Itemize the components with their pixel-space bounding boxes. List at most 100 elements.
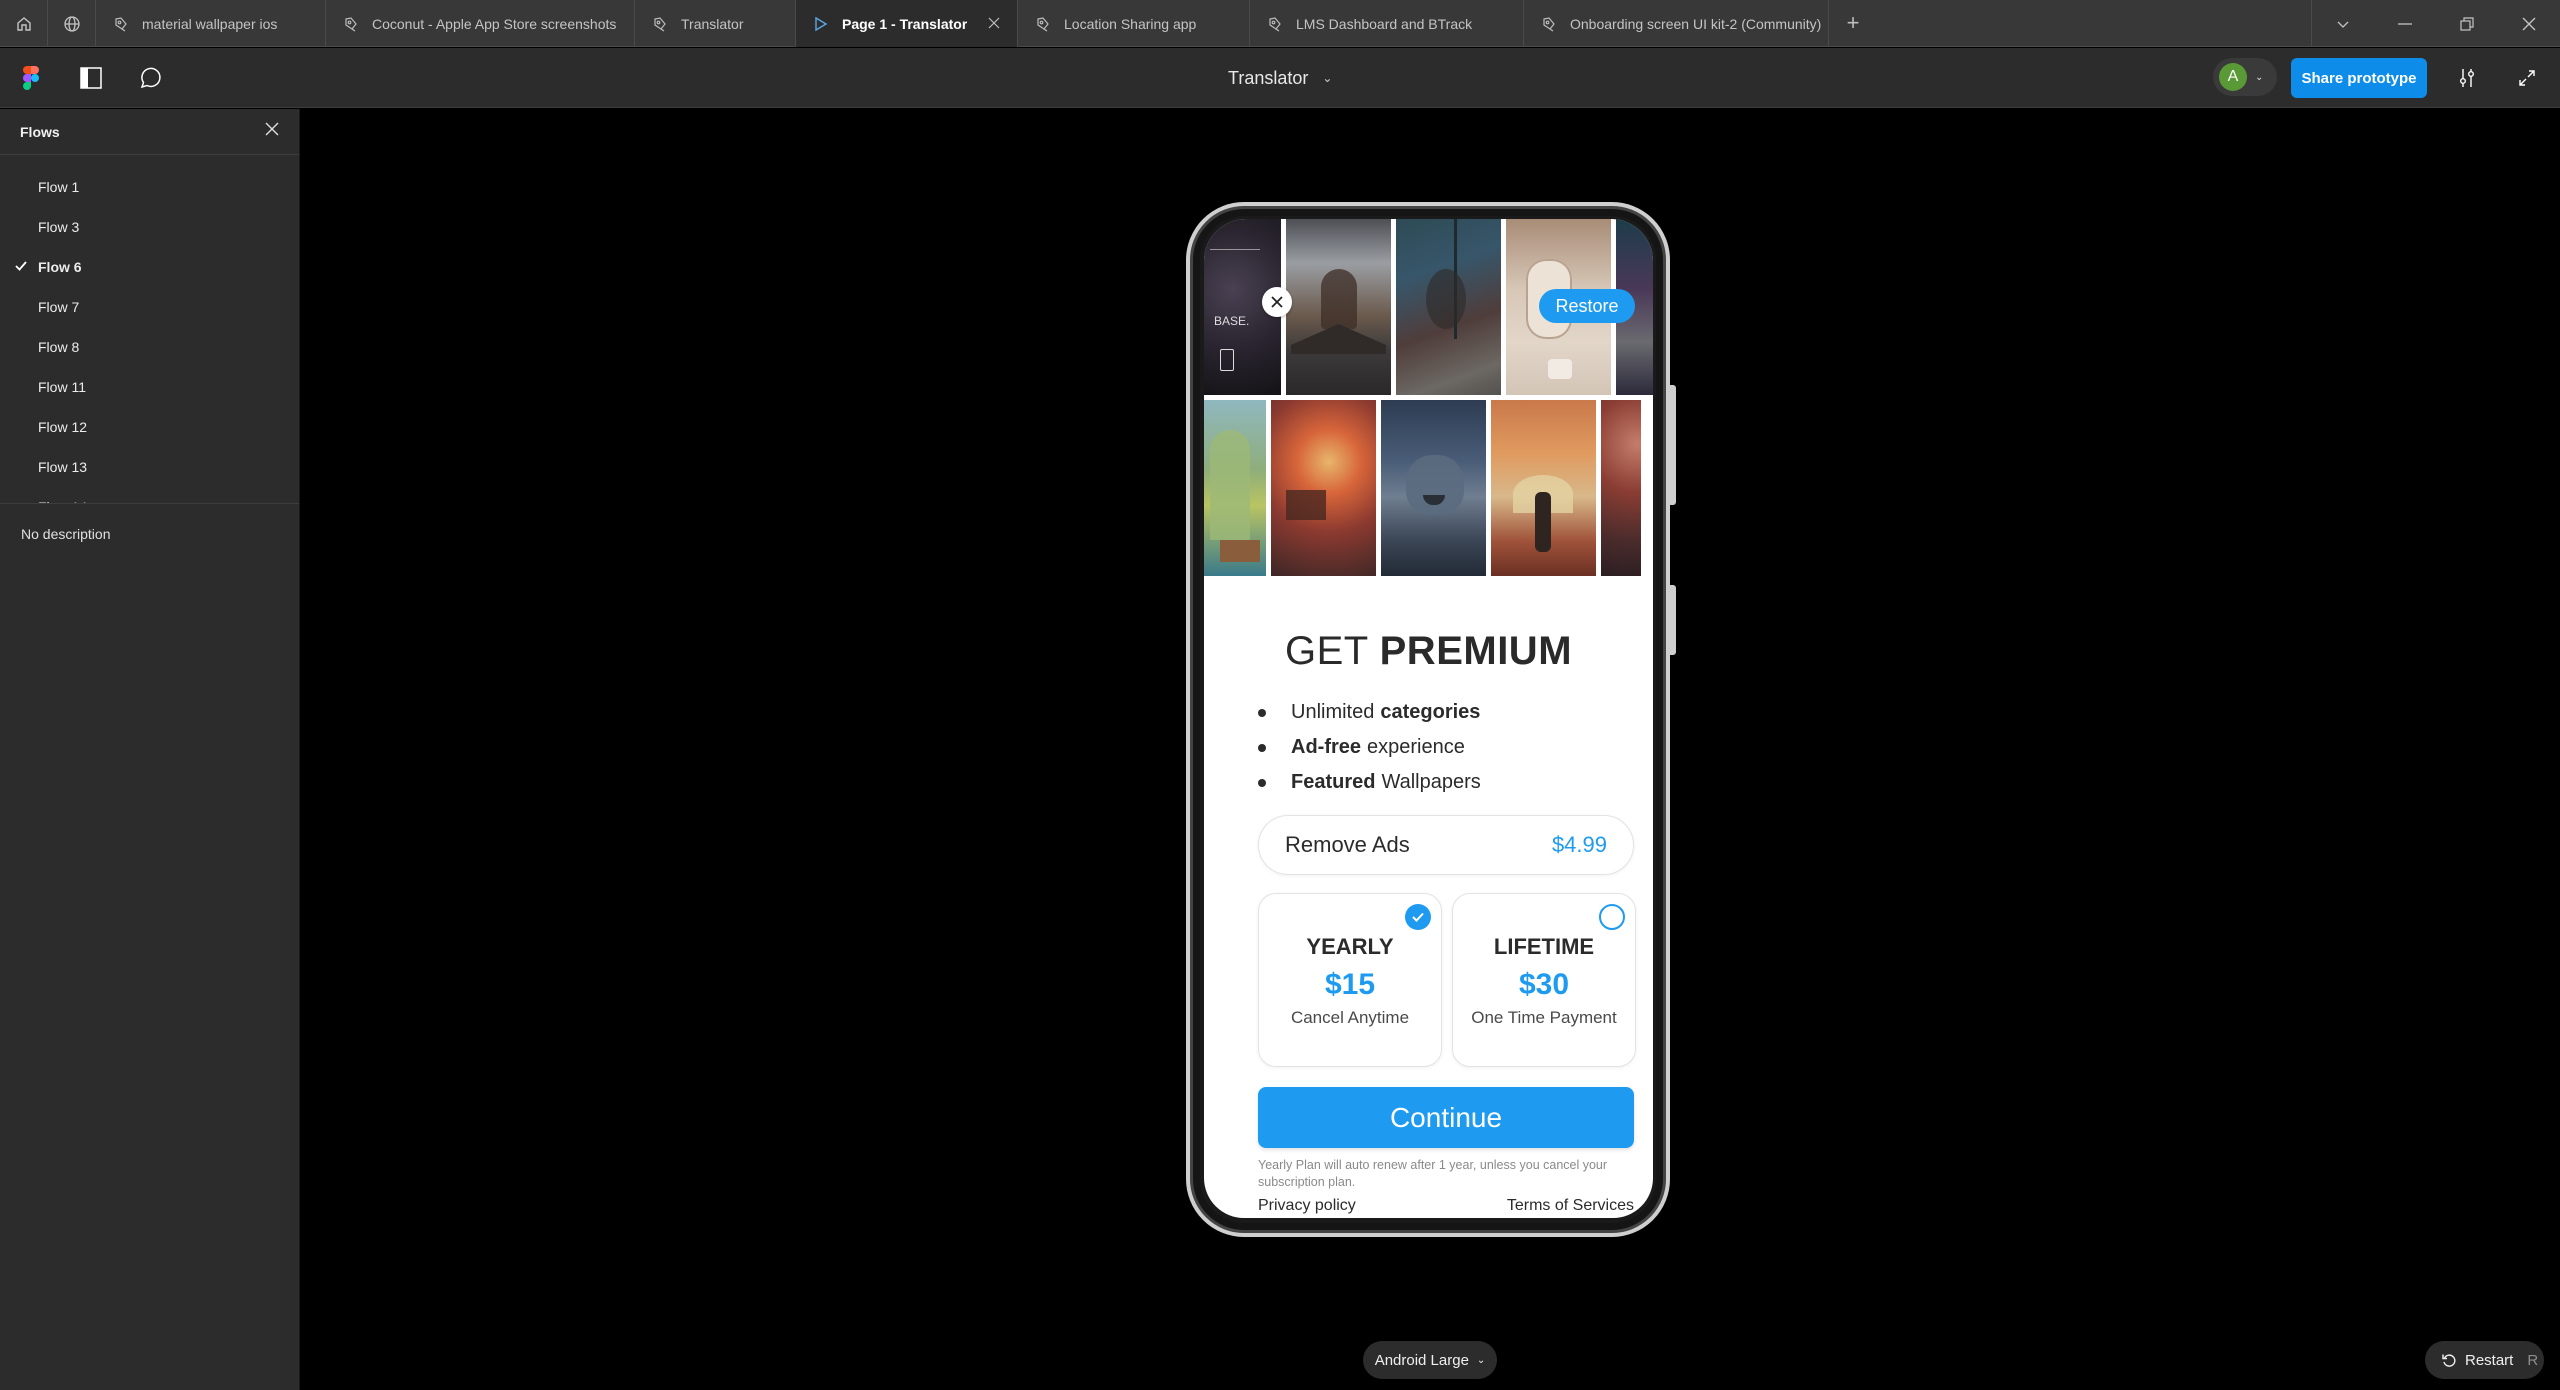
- checkmark-icon: [1412, 912, 1424, 922]
- plan-card-yearly[interactable]: YEARLY $15 Cancel Anytime: [1258, 893, 1442, 1067]
- continue-button[interactable]: Continue: [1258, 1087, 1634, 1148]
- figma-pen-icon: [1034, 15, 1052, 33]
- expand-icon: [2519, 70, 2535, 86]
- close-icon: [1271, 296, 1283, 308]
- restore-window-button[interactable]: [2436, 0, 2498, 47]
- play-icon: [812, 15, 830, 33]
- restore-window-icon: [2460, 16, 2474, 31]
- flow-item-6[interactable]: Flow 6: [0, 247, 299, 287]
- renewal-disclaimer: Yearly Plan will auto renew after 1 year…: [1258, 1158, 1608, 1189]
- wallpaper-tiger-storm[interactable]: [1381, 400, 1486, 576]
- checkmark-icon: [15, 261, 27, 271]
- remove-ads-option[interactable]: Remove Ads $4.99: [1258, 815, 1634, 875]
- flow-item-14[interactable]: Flow 14: [0, 487, 299, 503]
- feature-text: Wallpapers: [1381, 771, 1481, 793]
- browser-tab-bar: material wallpaper ios Coconut - Apple A…: [0, 0, 2560, 47]
- toggle-sidebar-button[interactable]: [73, 60, 109, 96]
- restart-button[interactable]: Restart R: [2425, 1341, 2544, 1379]
- flow-item-12[interactable]: Flow 12: [0, 407, 299, 447]
- chevron-down-icon: ⌄: [2255, 71, 2264, 83]
- flow-label: Flow 14: [38, 499, 87, 503]
- bullet-icon: [1258, 743, 1266, 752]
- tab-list-button[interactable]: [2312, 0, 2374, 47]
- tab-material-wallpaper-ios[interactable]: material wallpaper ios: [96, 0, 326, 47]
- plan-name: YEARLY: [1306, 934, 1394, 959]
- plan-card-lifetime[interactable]: LIFETIME $30 One Time Payment: [1452, 893, 1636, 1067]
- tab-coconut-app-store[interactable]: Coconut - Apple App Store screenshots: [326, 0, 635, 47]
- home-button[interactable]: [0, 0, 48, 47]
- share-prototype-button[interactable]: Share prototype: [2291, 58, 2427, 98]
- figma-pen-icon: [112, 15, 130, 33]
- flow-item-13[interactable]: Flow 13: [0, 447, 299, 487]
- user-menu[interactable]: A ⌄: [2213, 58, 2277, 96]
- comments-button[interactable]: [132, 60, 168, 96]
- plan-price: $15: [1324, 968, 1376, 1001]
- tab-location-sharing-app[interactable]: Location Sharing app: [1018, 0, 1250, 47]
- wallpaper-sunset-forest-house[interactable]: [1271, 400, 1376, 576]
- radio-unselected[interactable]: [1599, 904, 1625, 930]
- power-button: [1670, 585, 1676, 655]
- flow-item-3[interactable]: Flow 3: [0, 207, 299, 247]
- close-tab-icon[interactable]: [985, 14, 1003, 32]
- legal-links: Privacy policy Terms of Services: [1258, 1197, 1634, 1215]
- flow-label: Flow 12: [38, 419, 88, 435]
- community-button[interactable]: [48, 0, 96, 47]
- device-selector[interactable]: Android Large ⌄: [1363, 1341, 1497, 1379]
- flow-item-11[interactable]: Flow 11: [0, 367, 299, 407]
- wallpaper-red-moon-car[interactable]: [1601, 400, 1641, 576]
- prototype-toolbar: Translator ⌄ A ⌄ Share prototype: [0, 48, 2560, 108]
- bullet-icon: [1258, 778, 1266, 787]
- plan-price: $30: [1518, 968, 1570, 1001]
- globe-icon: [63, 15, 80, 32]
- close-paywall-button[interactable]: [1262, 287, 1292, 317]
- premium-title-bold: PREMIUM: [1379, 629, 1573, 673]
- tab-page-1-translator[interactable]: Page 1 - Translator: [796, 0, 1018, 47]
- figma-menu-button[interactable]: [13, 60, 49, 96]
- chevron-down-icon: ⌄: [1322, 71, 1333, 85]
- flow-item-8[interactable]: Flow 8: [0, 327, 299, 367]
- wallpaper-cowboy-desert[interactable]: [1491, 400, 1596, 576]
- radio-selected[interactable]: [1405, 904, 1431, 930]
- flows-sidebar: Flows Flow 1 Flow 3 Flow 6 Flow 7 Flow 8…: [0, 109, 300, 1390]
- minimize-button[interactable]: [2374, 0, 2436, 47]
- plan-subtitle: One Time Payment: [1471, 1008, 1617, 1027]
- remove-ads-price: $4.99: [1551, 832, 1607, 857]
- tab-label: Coconut - Apple App Store screenshots: [372, 15, 617, 32]
- prototype-screen[interactable]: BASE. Restore GET PREMIUM Unlimited cate…: [1204, 219, 1653, 1218]
- figma-pen-icon: [342, 15, 360, 33]
- flow-item-7[interactable]: Flow 7: [0, 287, 299, 327]
- feature-item: Unlimited categories: [1258, 695, 1487, 730]
- feature-text-bold: categories: [1380, 701, 1481, 723]
- close-sidebar-button[interactable]: [265, 122, 279, 141]
- tab-lms-dashboard[interactable]: LMS Dashboard and BTrack: [1250, 0, 1524, 47]
- restore-purchases-button[interactable]: Restore: [1539, 289, 1635, 323]
- new-tab-button[interactable]: +: [1829, 0, 1877, 46]
- privacy-policy-link[interactable]: Privacy policy: [1258, 1197, 1356, 1215]
- tab-translator[interactable]: Translator: [635, 0, 796, 47]
- feature-text-bold: Ad-free: [1291, 736, 1362, 758]
- wallpaper-fighter-jet-pilot[interactable]: [1286, 219, 1391, 395]
- file-title-dropdown[interactable]: Translator ⌄: [1228, 48, 1332, 108]
- bullet-icon: [1258, 708, 1266, 717]
- flow-item-1[interactable]: Flow 1: [0, 167, 299, 207]
- terms-of-services-link[interactable]: Terms of Services: [1507, 1197, 1634, 1215]
- figma-pen-icon: [1540, 15, 1558, 33]
- tab-label: LMS Dashboard and BTrack: [1296, 15, 1473, 32]
- flow-label: Flow 3: [38, 219, 80, 235]
- figma-pen-icon: [1266, 15, 1284, 33]
- remove-ads-label: Remove Ads: [1285, 832, 1410, 857]
- plan-subtitle: Cancel Anytime: [1290, 1008, 1410, 1027]
- prototype-settings-button[interactable]: [2449, 60, 2485, 96]
- premium-title-light: GET: [1284, 629, 1368, 673]
- tab-label: Translator: [681, 15, 744, 32]
- tab-onboarding-screen-ui-kit[interactable]: Onboarding screen UI kit-2 (Community): [1524, 0, 1829, 47]
- settings-sliders-icon: [2460, 69, 2474, 87]
- flow-label: Flow 8: [38, 339, 80, 355]
- restart-label: Restart: [2465, 1351, 2514, 1369]
- fullscreen-button[interactable]: [2509, 60, 2545, 96]
- sidebar-panel-icon: [80, 67, 102, 89]
- wallpaper-row: [1204, 400, 1641, 576]
- close-window-button[interactable]: [2498, 0, 2560, 47]
- wallpaper-rainy-street-lamp[interactable]: [1396, 219, 1501, 395]
- wallpaper-green-valley-cat[interactable]: [1204, 400, 1266, 576]
